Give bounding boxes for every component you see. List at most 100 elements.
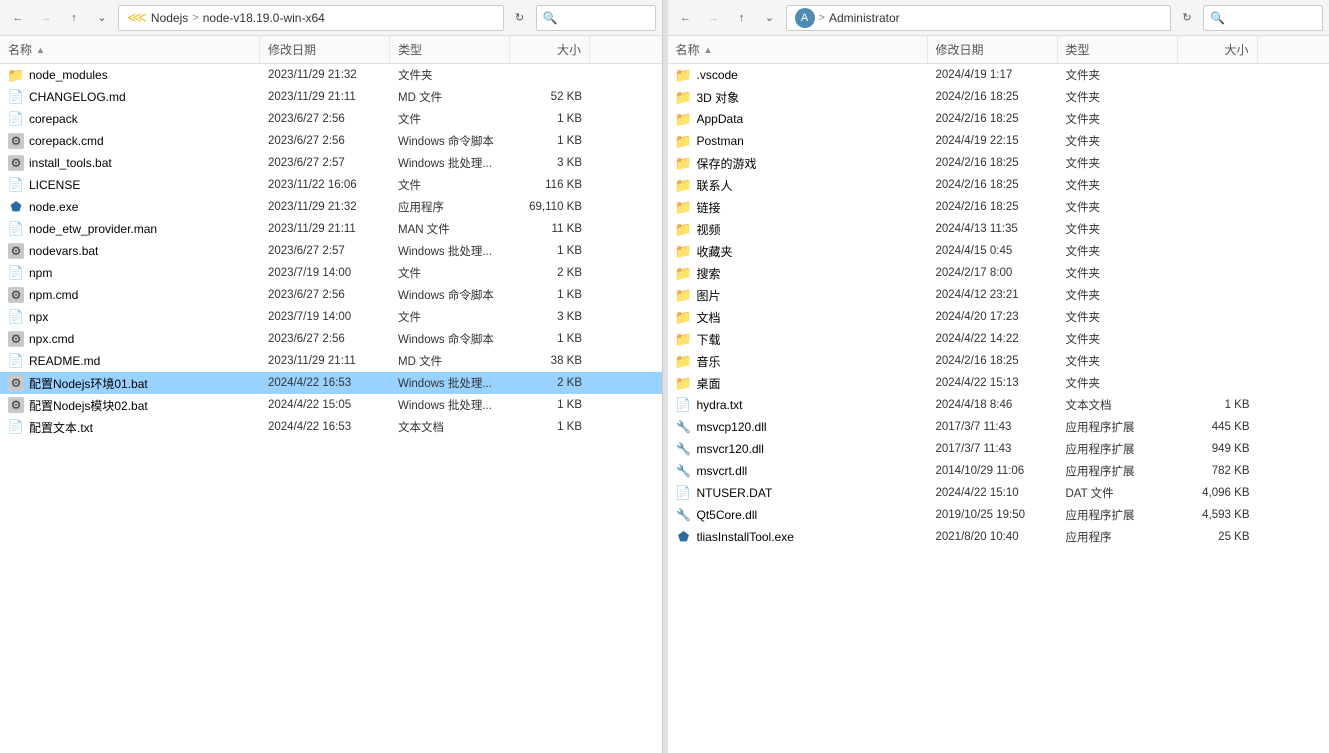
exe-icon: ⬟	[8, 199, 24, 215]
file-type-cell: Windows 批处理...	[390, 394, 510, 416]
right-back-btn[interactable]: ←	[674, 6, 698, 30]
table-row[interactable]: 📄 hydra.txt 2024/4/18 8:46 文本文档 1 KB	[668, 394, 1329, 416]
table-row[interactable]: 📄 README.md 2023/11/29 21:11 MD 文件 38 KB	[0, 350, 662, 372]
table-row[interactable]: 📄 corepack 2023/6/27 2:56 文件 1 KB	[0, 108, 662, 130]
left-col-type[interactable]: 类型	[390, 36, 510, 63]
table-row[interactable]: 📁 .vscode 2024/4/19 1:17 文件夹	[668, 64, 1329, 86]
right-col-date[interactable]: 修改日期	[928, 36, 1058, 63]
file-name-cell: 📁 node_modules	[0, 64, 260, 86]
table-row[interactable]: 📁 图片 2024/4/12 23:21 文件夹	[668, 284, 1329, 306]
table-row[interactable]: 📁 下载 2024/4/22 14:22 文件夹	[668, 328, 1329, 350]
table-row[interactable]: ⚙ install_tools.bat 2023/6/27 2:57 Windo…	[0, 152, 662, 174]
file-type-cell: 文件	[390, 174, 510, 196]
file-name-cell: ⚙ npm.cmd	[0, 284, 260, 306]
file-date-cell: 2024/4/15 0:45	[928, 240, 1058, 262]
folder-fav-icon: 📁	[676, 243, 692, 259]
bat-icon: ⚙	[8, 133, 24, 149]
table-row[interactable]: ⬟ node.exe 2023/11/29 21:32 应用程序 69,110 …	[0, 196, 662, 218]
table-row[interactable]: 📁 Postman 2024/4/19 22:15 文件夹	[668, 130, 1329, 152]
right-col-type[interactable]: 类型	[1058, 36, 1178, 63]
table-row[interactable]: 📄 npm 2023/7/19 14:00 文件 2 KB	[0, 262, 662, 284]
file-size-cell	[1178, 86, 1258, 108]
table-row[interactable]: 📁 保存的游戏 2024/2/16 18:25 文件夹	[668, 152, 1329, 174]
table-row[interactable]: 📁 视频 2024/4/13 11:35 文件夹	[668, 218, 1329, 240]
table-row[interactable]: 📁 3D 对象 2024/2/16 18:25 文件夹	[668, 86, 1329, 108]
table-row[interactable]: 📄 LICENSE 2023/11/22 16:06 文件 116 KB	[0, 174, 662, 196]
table-row[interactable]: 📁 链接 2024/2/16 18:25 文件夹	[668, 196, 1329, 218]
folder-icon: 📁	[676, 111, 692, 127]
table-row[interactable]: ⚙ 配置Nodejs环境01.bat 2024/4/22 16:53 Windo…	[0, 372, 662, 394]
file-type-cell: Windows 批处理...	[390, 152, 510, 174]
left-back-btn[interactable]: ←	[6, 6, 30, 30]
table-row[interactable]: ⚙ corepack.cmd 2023/6/27 2:56 Windows 命令…	[0, 130, 662, 152]
file-size-cell: 1 KB	[1178, 394, 1258, 416]
table-row[interactable]: 🔧 msvcp120.dll 2017/3/7 11:43 应用程序扩展 445…	[668, 416, 1329, 438]
file-name-cell: 📁 视频	[668, 218, 928, 240]
left-refresh-btn[interactable]: ↻	[508, 6, 532, 30]
table-row[interactable]: ⚙ 配置Nodejs模块02.bat 2024/4/22 15:05 Windo…	[0, 394, 662, 416]
table-row[interactable]: 📄 npx 2023/7/19 14:00 文件 3 KB	[0, 306, 662, 328]
right-up-btn[interactable]: ↑	[730, 6, 754, 30]
left-file-list[interactable]: 📁 node_modules 2023/11/29 21:32 文件夹 📄 CH…	[0, 64, 662, 753]
file-date-cell: 2023/6/27 2:56	[260, 108, 390, 130]
file-date-cell: 2023/6/27 2:56	[260, 328, 390, 350]
left-address-path[interactable]: ⋘ Nodejs > node-v18.19.0-win-x64	[118, 5, 504, 31]
file-name-text: node_modules	[29, 68, 108, 82]
right-file-list[interactable]: 📁 .vscode 2024/4/19 1:17 文件夹 📁 3D 对象 202…	[668, 64, 1329, 753]
right-address-path[interactable]: A > Administrator	[786, 5, 1172, 31]
left-col-date[interactable]: 修改日期	[260, 36, 390, 63]
table-row[interactable]: 🔧 msvcrt.dll 2014/10/29 11:06 应用程序扩展 782…	[668, 460, 1329, 482]
file-size-cell	[1178, 218, 1258, 240]
file-name-cell: 📁 文档	[668, 306, 928, 328]
file-size-cell: 2 KB	[510, 262, 590, 284]
file-type-cell: 应用程序扩展	[1058, 416, 1178, 438]
right-forward-btn[interactable]: →	[702, 6, 726, 30]
table-row[interactable]: 📁 node_modules 2023/11/29 21:32 文件夹	[0, 64, 662, 86]
left-recent-btn[interactable]: ⌄	[90, 6, 114, 30]
file-name-cell: 📁 链接	[668, 196, 928, 218]
folder-contacts-icon: 📁	[676, 177, 692, 193]
table-row[interactable]: ⚙ nodevars.bat 2023/6/27 2:57 Windows 批处…	[0, 240, 662, 262]
table-row[interactable]: 📁 收藏夹 2024/4/15 0:45 文件夹	[668, 240, 1329, 262]
left-path-node-ver[interactable]: node-v18.19.0-win-x64	[203, 11, 325, 25]
file-name-text: 音乐	[697, 353, 721, 370]
file-name-cell: 📄 npx	[0, 306, 260, 328]
table-row[interactable]: 📄 CHANGELOG.md 2023/11/29 21:11 MD 文件 52…	[0, 86, 662, 108]
file-name-cell: 📁 3D 对象	[668, 86, 928, 108]
table-row[interactable]: 📁 搜索 2024/2/17 8:00 文件夹	[668, 262, 1329, 284]
table-row[interactable]: ⚙ npx.cmd 2023/6/27 2:56 Windows 命令脚本 1 …	[0, 328, 662, 350]
file-name-cell: ⬟ node.exe	[0, 196, 260, 218]
left-forward-btn[interactable]: →	[34, 6, 58, 30]
table-row[interactable]: 📄 配置文本.txt 2024/4/22 16:53 文本文档 1 KB	[0, 416, 662, 438]
table-row[interactable]: 📁 音乐 2024/2/16 18:25 文件夹	[668, 350, 1329, 372]
table-row[interactable]: 📁 AppData 2024/2/16 18:25 文件夹	[668, 108, 1329, 130]
left-up-btn[interactable]: ↑	[62, 6, 86, 30]
right-path-admin[interactable]: Administrator	[829, 11, 900, 25]
left-search-box[interactable]: 🔍	[536, 5, 656, 31]
right-col-name[interactable]: 名称 ▲	[668, 36, 928, 63]
table-row[interactable]: 📁 桌面 2024/4/22 15:13 文件夹	[668, 372, 1329, 394]
table-row[interactable]: 🔧 Qt5Core.dll 2019/10/25 19:50 应用程序扩展 4,…	[668, 504, 1329, 526]
table-row[interactable]: ⬟ tliasInstallTool.exe 2021/8/20 10:40 应…	[668, 526, 1329, 548]
file-name-text: 保存的游戏	[697, 155, 757, 172]
table-row[interactable]: ⚙ npm.cmd 2023/6/27 2:56 Windows 命令脚本 1 …	[0, 284, 662, 306]
table-row[interactable]: 📄 node_etw_provider.man 2023/11/29 21:11…	[0, 218, 662, 240]
right-recent-btn[interactable]: ⌄	[758, 6, 782, 30]
file-name-text: LICENSE	[29, 178, 80, 192]
file-size-cell	[1178, 262, 1258, 284]
txt-icon: 📄	[676, 397, 692, 413]
file-size-cell: 11 KB	[510, 218, 590, 240]
left-path-nodejs[interactable]: Nodejs	[151, 11, 188, 25]
left-col-name[interactable]: 名称 ▲	[0, 36, 260, 63]
table-row[interactable]: 📁 联系人 2024/2/16 18:25 文件夹	[668, 174, 1329, 196]
right-refresh-btn[interactable]: ↻	[1175, 6, 1199, 30]
right-search-box[interactable]: 🔍	[1203, 5, 1323, 31]
left-col-size[interactable]: 大小	[510, 36, 590, 63]
table-row[interactable]: 🔧 msvcr120.dll 2017/3/7 11:43 应用程序扩展 949…	[668, 438, 1329, 460]
file-name-text: nodevars.bat	[29, 244, 98, 258]
table-row[interactable]: 📁 文档 2024/4/20 17:23 文件夹	[668, 306, 1329, 328]
file-type-cell: 文件夹	[1058, 262, 1178, 284]
right-col-size[interactable]: 大小	[1178, 36, 1258, 63]
file-date-cell: 2023/6/27 2:57	[260, 152, 390, 174]
table-row[interactable]: 📄 NTUSER.DAT 2024/4/22 15:10 DAT 文件 4,09…	[668, 482, 1329, 504]
